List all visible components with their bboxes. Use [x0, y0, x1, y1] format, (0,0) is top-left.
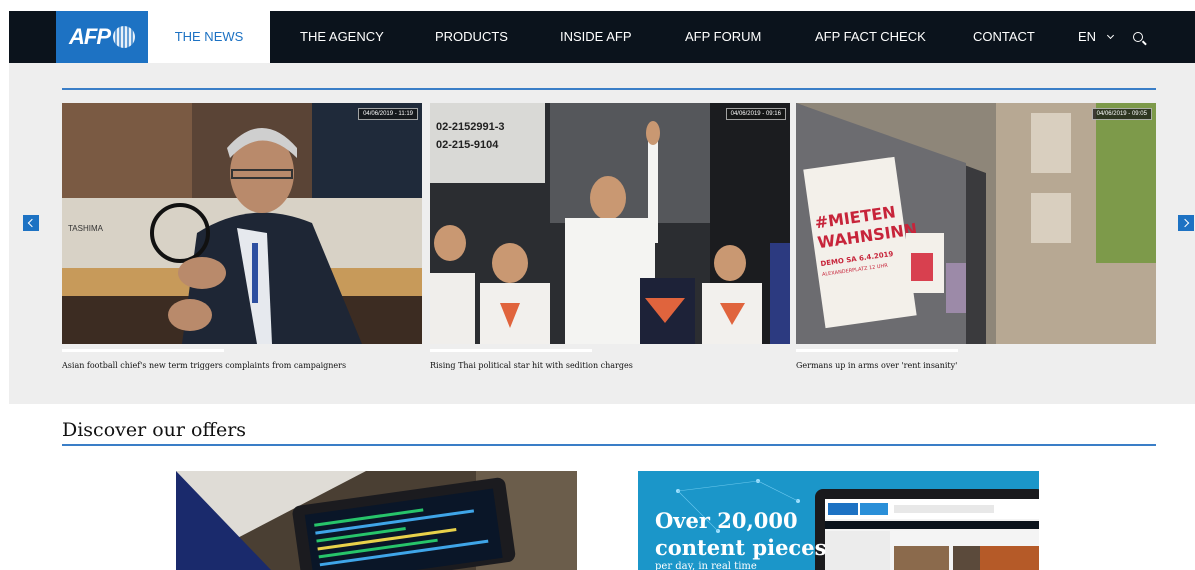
sign-phone-2: 02-215-9104: [436, 139, 499, 151]
globe-icon: [113, 26, 135, 48]
offers-section-rule: [62, 444, 1156, 446]
slide-3-photo: #MIETEN WAHNSINN DEMO SA 6.4.2019 ALEXAN…: [796, 103, 1156, 344]
offer-card-afp-forum[interactable]: Over 20,000 content pieces per day, in r…: [638, 471, 1039, 570]
carousel-top-rule: [62, 88, 1156, 90]
slide-1-photo: TASHIMA: [62, 103, 422, 344]
carousel-slide-3[interactable]: #MIETEN WAHNSINN DEMO SA 6.4.2019 ALEXAN…: [796, 103, 1156, 344]
offer-2-heading: Over 20,000 content pieces: [655, 507, 826, 561]
offer-card-data[interactable]: [176, 471, 577, 570]
carousel-slide-2[interactable]: 02-2152991-3 02-215-9104 04/06/2019 - 09…: [430, 103, 790, 344]
chevron-down-icon: [1107, 31, 1115, 40]
carousel-prev-button[interactable]: [23, 215, 39, 231]
slide-3-timestamp: 04/06/2019 - 09:05: [1091, 108, 1152, 120]
sign-tashima: TASHIMA: [68, 224, 104, 233]
nav-item-inside-afp[interactable]: INSIDE AFP: [560, 11, 632, 63]
search-icon[interactable]: [1133, 32, 1143, 42]
slide-1-timestamp: 04/06/2019 - 11:19: [358, 108, 418, 120]
offer-2-subtitle: per day, in real time: [655, 561, 757, 570]
offer-2-heading-line-2: content pieces: [655, 535, 827, 560]
slide-1-progress-bar: [62, 349, 224, 352]
afp-logo[interactable]: AFP: [56, 11, 148, 63]
offers-section-title: Discover our offers: [62, 419, 247, 441]
nav-item-contact[interactable]: CONTACT: [973, 11, 1035, 63]
slide-3-caption[interactable]: Germans up in arms over 'rent insanity': [796, 361, 957, 370]
language-label: EN: [1078, 29, 1097, 44]
nav-item-afp-forum[interactable]: AFP FORUM: [685, 11, 761, 63]
slide-2-timestamp: 04/06/2019 - 09:16: [725, 108, 786, 120]
nav-item-products[interactable]: PRODUCTS: [435, 11, 508, 63]
slide-2-progress-bar: [430, 349, 592, 352]
sign-phone-1: 02-2152991-3: [436, 121, 505, 133]
offer-1-image: [176, 471, 577, 570]
carousel-next-button[interactable]: [1178, 215, 1194, 231]
slide-2-photo: 02-2152991-3 02-215-9104: [430, 103, 790, 344]
top-navigation: AFP THE NEWS THE AGENCY PRODUCTS INSIDE …: [9, 11, 1195, 63]
slide-1-caption[interactable]: Asian football chief's new term triggers…: [62, 361, 346, 370]
carousel-slide-1[interactable]: TASHIMA 04/06/2019 - 11:19: [62, 103, 422, 344]
slide-2-caption[interactable]: Rising Thai political star hit with sedi…: [430, 361, 633, 370]
nav-item-afp-fact-check[interactable]: AFP FACT CHECK: [815, 11, 926, 63]
slide-3-progress-bar: [796, 349, 958, 352]
nav-item-the-agency[interactable]: THE AGENCY: [300, 11, 384, 63]
offer-2-heading-line-1: Over 20,000: [655, 508, 798, 533]
logo-text: AFP: [69, 24, 111, 49]
nav-item-the-news[interactable]: THE NEWS: [148, 11, 270, 63]
language-selector[interactable]: EN: [1078, 11, 1115, 63]
